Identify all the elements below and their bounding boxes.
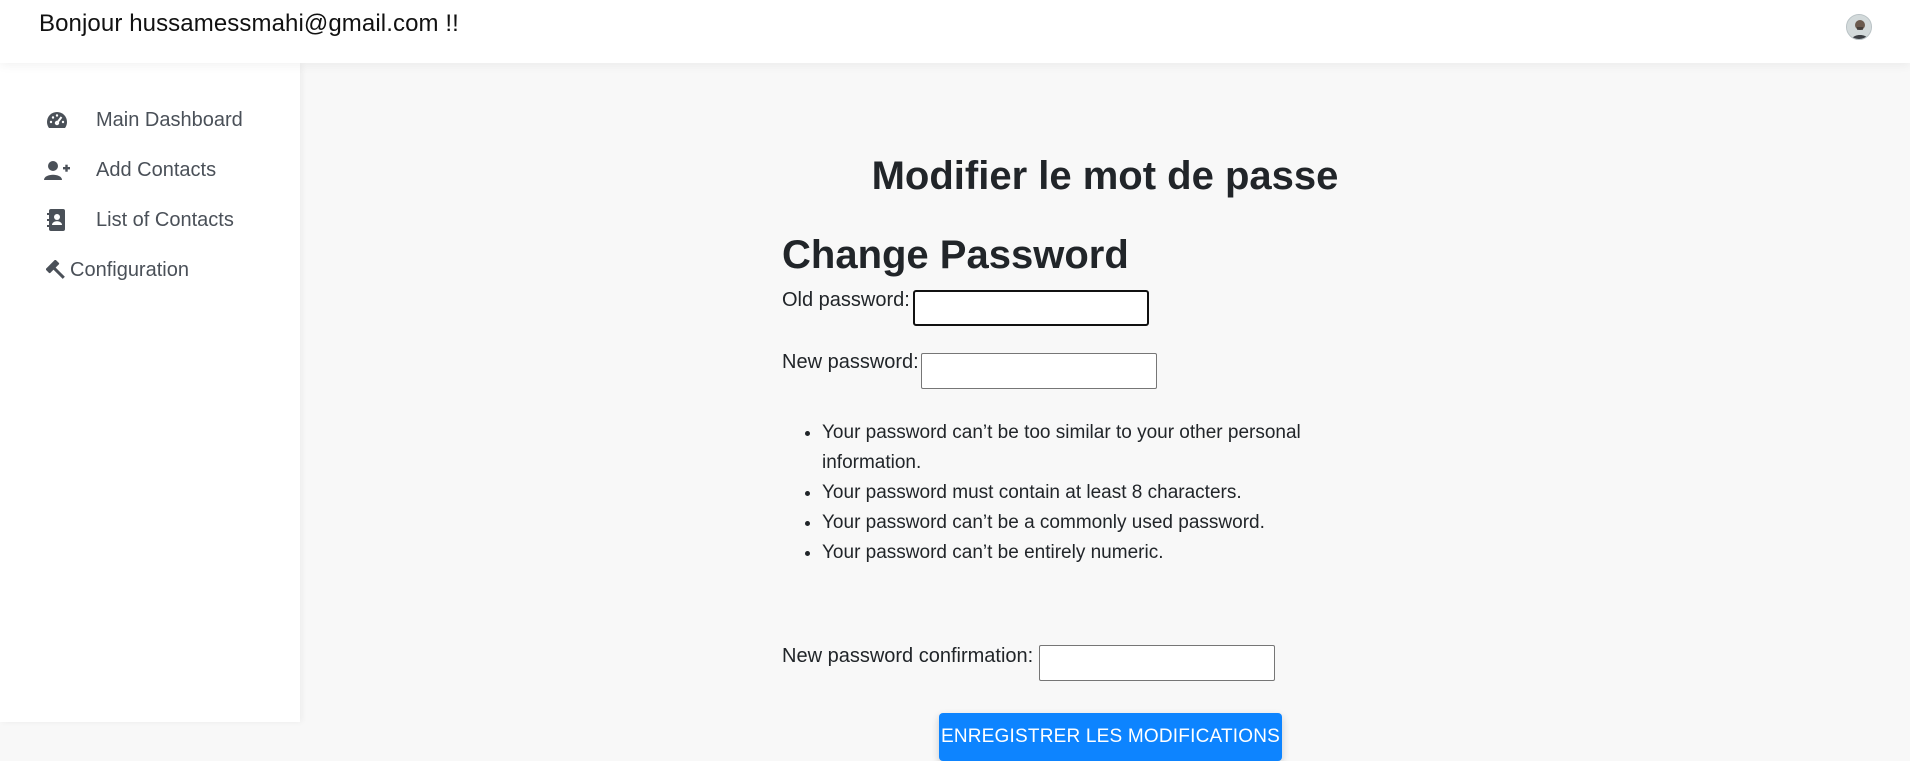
password-rules-list: Your password can’t be too similar to yo… xyxy=(822,418,1362,568)
confirm-password-label: New password confirmation: xyxy=(782,645,1034,667)
top-navbar: Bonjour hussamessmahi@gmail.com !! xyxy=(0,0,1910,63)
sidebar: Main Dashboard Add Contacts List of Cont xyxy=(0,63,300,722)
greeting-text: Bonjour hussamessmahi@gmail.com !! xyxy=(39,10,459,37)
sidebar-item-main-dashboard[interactable]: Main Dashboard xyxy=(44,105,243,135)
user-plus-icon xyxy=(44,159,70,181)
page-title: Modifier le mot de passe xyxy=(871,154,1339,198)
sidebar-item-label: Main Dashboard xyxy=(96,108,243,131)
sidebar-item-label: Configuration xyxy=(70,258,189,281)
password-rule: Your password must contain at least 8 ch… xyxy=(822,478,1362,508)
confirm-password-input[interactable] xyxy=(1039,645,1275,681)
sidebar-item-label: List of Contacts xyxy=(96,208,234,231)
new-password-label: New password: xyxy=(782,351,919,373)
hammer-icon xyxy=(44,259,68,281)
avatar-icon xyxy=(1847,15,1871,39)
sidebar-item-configuration[interactable]: Configuration xyxy=(44,255,189,285)
password-rule: Your password can’t be a commonly used p… xyxy=(822,508,1362,538)
new-password-input[interactable] xyxy=(921,353,1157,389)
main-content: Modifier le mot de passe Change Password… xyxy=(300,63,1910,761)
sidebar-item-list-of-contacts[interactable]: List of Contacts xyxy=(44,205,234,235)
old-password-label: Old password: xyxy=(782,289,910,311)
save-changes-button[interactable]: ENREGISTRER LES MODIFICATIONS xyxy=(939,713,1282,761)
tachometer-icon xyxy=(44,109,70,131)
sidebar-item-add-contacts[interactable]: Add Contacts xyxy=(44,155,216,185)
password-rule: Your password can’t be entirely numeric. xyxy=(822,538,1362,568)
user-avatar[interactable] xyxy=(1846,14,1872,40)
sidebar-item-label: Add Contacts xyxy=(96,158,217,181)
old-password-input[interactable] xyxy=(913,290,1149,326)
address-book-icon xyxy=(44,209,70,231)
password-rule: Your password can’t be too similar to yo… xyxy=(822,418,1362,478)
form-title: Change Password xyxy=(782,233,1129,277)
